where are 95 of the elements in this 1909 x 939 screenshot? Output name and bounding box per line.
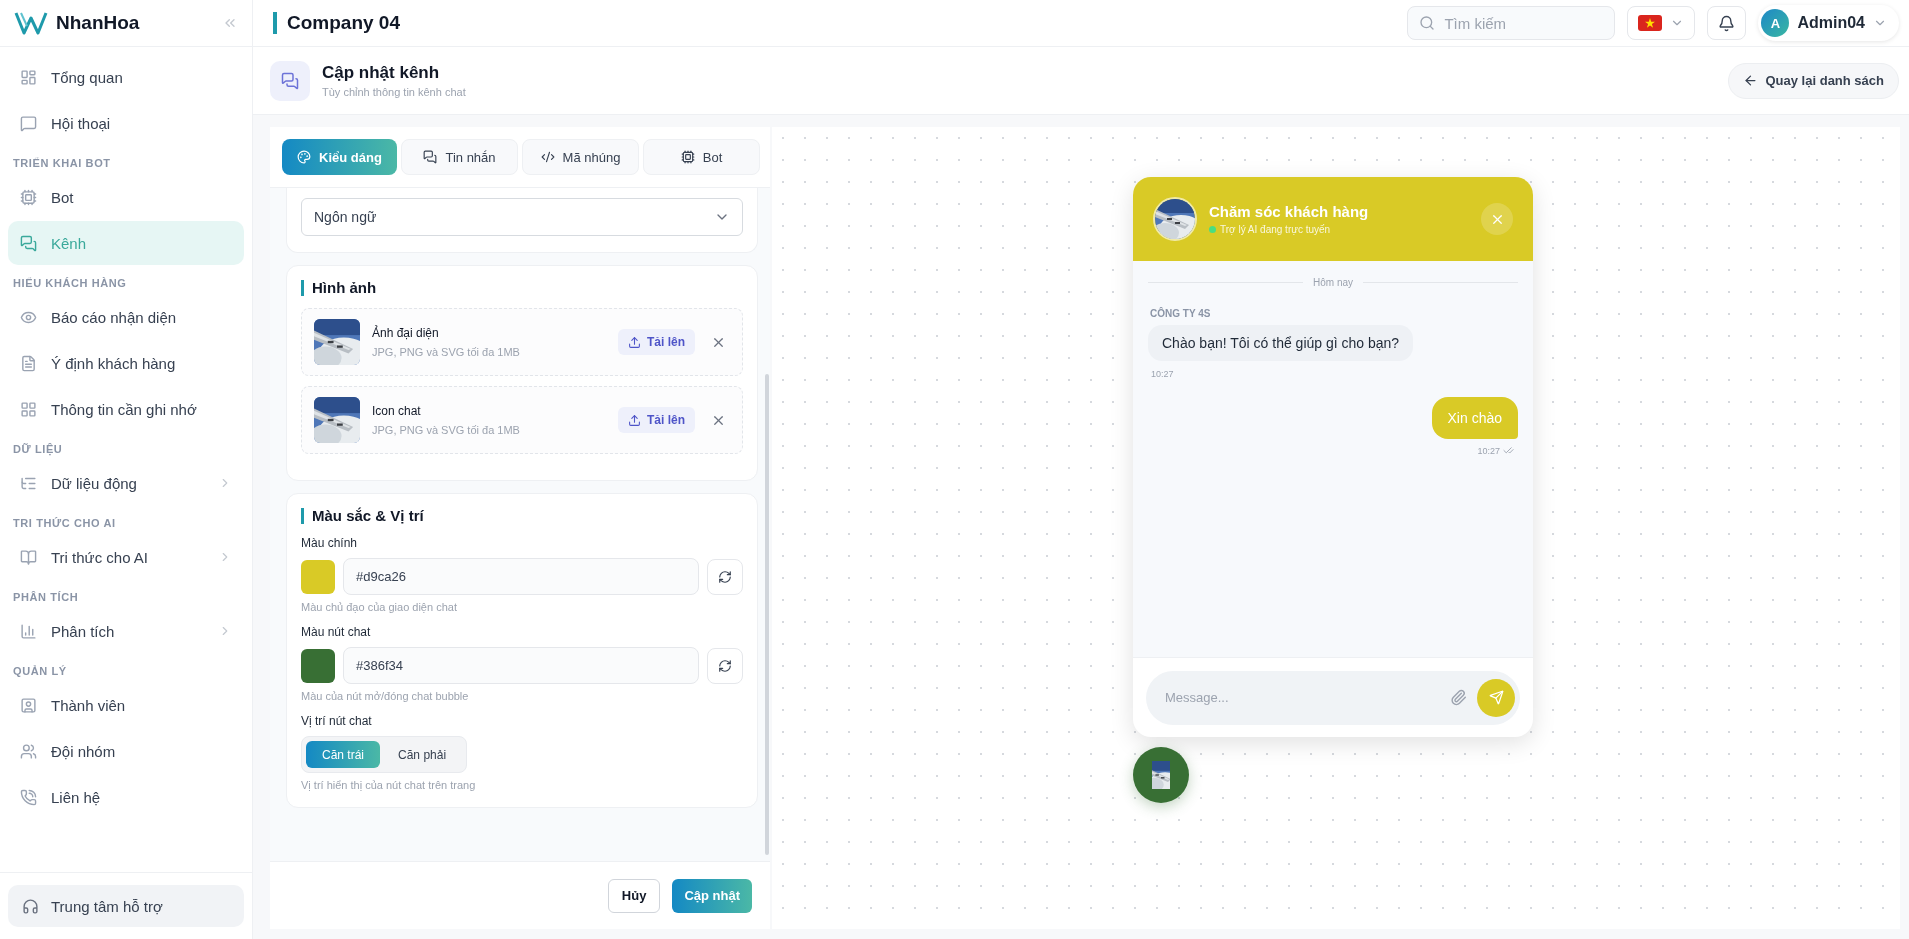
- chat-icon: [20, 114, 37, 132]
- sender-name: CÔNG TY 4S: [1150, 308, 1212, 319]
- position-option[interactable]: Căn phải: [382, 741, 463, 768]
- section-heading: TRIỂN KHAI BOT: [12, 156, 112, 171]
- tab[interactable]: Bot: [643, 139, 760, 175]
- color-swatch[interactable]: [301, 648, 335, 683]
- reset-button[interactable]: [707, 647, 743, 684]
- logo-icon: [14, 10, 48, 36]
- upload-icon: [628, 335, 641, 349]
- grid-icon: [20, 400, 37, 418]
- field-hint: Màu chủ đạo của giao diện chat: [301, 601, 458, 613]
- image-name: Ảnh đại diện: [372, 326, 440, 340]
- notification-button[interactable]: [1707, 6, 1747, 40]
- users-icon: [20, 742, 37, 760]
- tab[interactable]: Tin nhắn: [401, 139, 518, 175]
- chip-icon: [20, 188, 37, 206]
- image-name: Icon chat: [372, 404, 422, 418]
- headphones-icon: [22, 897, 39, 915]
- image-hint: JPG, PNG và SVG tối đa 1MB: [372, 346, 521, 358]
- color-field[interactable]: #d9ca26: [343, 558, 699, 595]
- support-button[interactable]: Trung tâm hỗ trợ: [8, 885, 244, 927]
- book-icon: [20, 548, 37, 566]
- search-field[interactable]: Tìm kiếm: [1407, 6, 1616, 40]
- scrollbar[interactable]: [765, 374, 769, 855]
- refresh-icon: [718, 569, 732, 584]
- reset-button[interactable]: [707, 558, 743, 595]
- upload-button[interactable]: Tải lên: [618, 407, 695, 433]
- user-menu[interactable]: A Admin04: [1758, 5, 1899, 41]
- nav-item[interactable]: Đội nhóm: [8, 729, 244, 773]
- message-composer[interactable]: Message...: [1146, 670, 1520, 725]
- user-message: Xin chào: [1431, 397, 1518, 439]
- user-card-icon: [20, 696, 37, 714]
- dashboard-icon: [20, 68, 37, 86]
- section-heading: HIỂU KHÁCH HÀNG: [12, 276, 128, 291]
- message-time: 10:27: [1151, 369, 1175, 379]
- chat-bubbles-icon: [20, 234, 37, 252]
- nav-item[interactable]: Bot: [8, 175, 244, 219]
- message-field[interactable]: Message...: [1163, 670, 1440, 725]
- language-button[interactable]: [1627, 6, 1696, 40]
- section-heading: QUẢN LÝ: [12, 664, 68, 679]
- page-subtitle: Tùy chỉnh thông tin kênh chat: [322, 86, 467, 98]
- language-select[interactable]: Ngôn ngữ: [301, 198, 743, 236]
- upload-button[interactable]: Tải lên: [618, 329, 695, 355]
- nav-item[interactable]: Thành viên: [8, 683, 244, 727]
- user-name: Admin04: [1797, 14, 1865, 32]
- nav-item[interactable]: Dữ liệu động: [8, 461, 244, 505]
- field-label: Màu chính: [301, 536, 359, 550]
- nav-item[interactable]: Ý định khách hàng: [8, 341, 244, 385]
- nav-item[interactable]: Thông tin cần ghi nhớ: [8, 387, 244, 431]
- section-title: Hình ảnh: [301, 280, 743, 296]
- palette-icon: [297, 150, 312, 164]
- page-title: Cập nhật kênh: [322, 63, 441, 83]
- nav-item[interactable]: Hội thoại: [8, 101, 244, 145]
- bot-message: Chào bạn! Tôi có thể giúp gì cho bạn?: [1148, 325, 1414, 361]
- nav-item[interactable]: Tri thức cho AI: [8, 535, 244, 579]
- field-hint: Vị trí hiển thị của nút chat trên trang: [301, 779, 477, 791]
- paperclip-icon[interactable]: [1450, 689, 1467, 706]
- chat-launcher-button[interactable]: [1133, 747, 1189, 803]
- field-hint: Màu của nút mở/đóng chat bubble: [301, 690, 470, 702]
- nav-item[interactable]: Phân tích: [8, 609, 244, 653]
- search-icon: [1419, 15, 1436, 31]
- flag-icon: [1638, 15, 1663, 31]
- upload-icon: [628, 413, 641, 427]
- field-label: Màu nút chat: [301, 625, 372, 639]
- brand-name: NhanHoa: [56, 12, 141, 34]
- section-title: Màu sắc & Vị trí: [301, 508, 743, 524]
- user-avatar: A: [1761, 9, 1790, 37]
- document-icon: [20, 354, 37, 372]
- nav-item[interactable]: Báo cáo nhận diện: [8, 295, 244, 339]
- back-button[interactable]: Quay lại danh sách: [1727, 62, 1899, 99]
- section-heading: PHÂN TÍCH: [12, 590, 80, 605]
- color-swatch[interactable]: [301, 559, 335, 594]
- company-name: Company 04: [273, 12, 1396, 34]
- nav-item[interactable]: Liên hệ: [8, 775, 244, 819]
- code-icon: [540, 150, 555, 164]
- send-icon: [1488, 690, 1504, 705]
- nav-item[interactable]: Tổng quan: [8, 55, 244, 99]
- tab[interactable]: Mã nhúng: [522, 139, 639, 175]
- chip-icon: [680, 150, 695, 164]
- chat-bubbles-icon: [423, 150, 438, 164]
- bell-icon: [1718, 14, 1736, 32]
- refresh-icon: [718, 658, 732, 673]
- color-field[interactable]: #386f34: [343, 647, 699, 684]
- phone-icon: [20, 788, 37, 806]
- message-time: 10:27: [1477, 445, 1500, 456]
- chat-icon: [270, 60, 310, 101]
- cancel-button[interactable]: Hủy: [607, 878, 661, 913]
- image-hint: JPG, PNG và SVG tối đa 1MB: [372, 424, 521, 436]
- chat-title: Chăm sóc khách hàng: [1209, 203, 1370, 220]
- section-heading: DỮ LIỆU: [12, 442, 64, 458]
- field-label: Vị trí nút chat: [301, 714, 373, 728]
- date-divider: Hôm nay: [1313, 277, 1353, 288]
- section-heading: TRI THỨC CHO AI: [12, 516, 117, 531]
- bar-chart-icon: [20, 622, 37, 640]
- chat-status: Trợ lý AI đang trực tuyến: [1220, 224, 1331, 235]
